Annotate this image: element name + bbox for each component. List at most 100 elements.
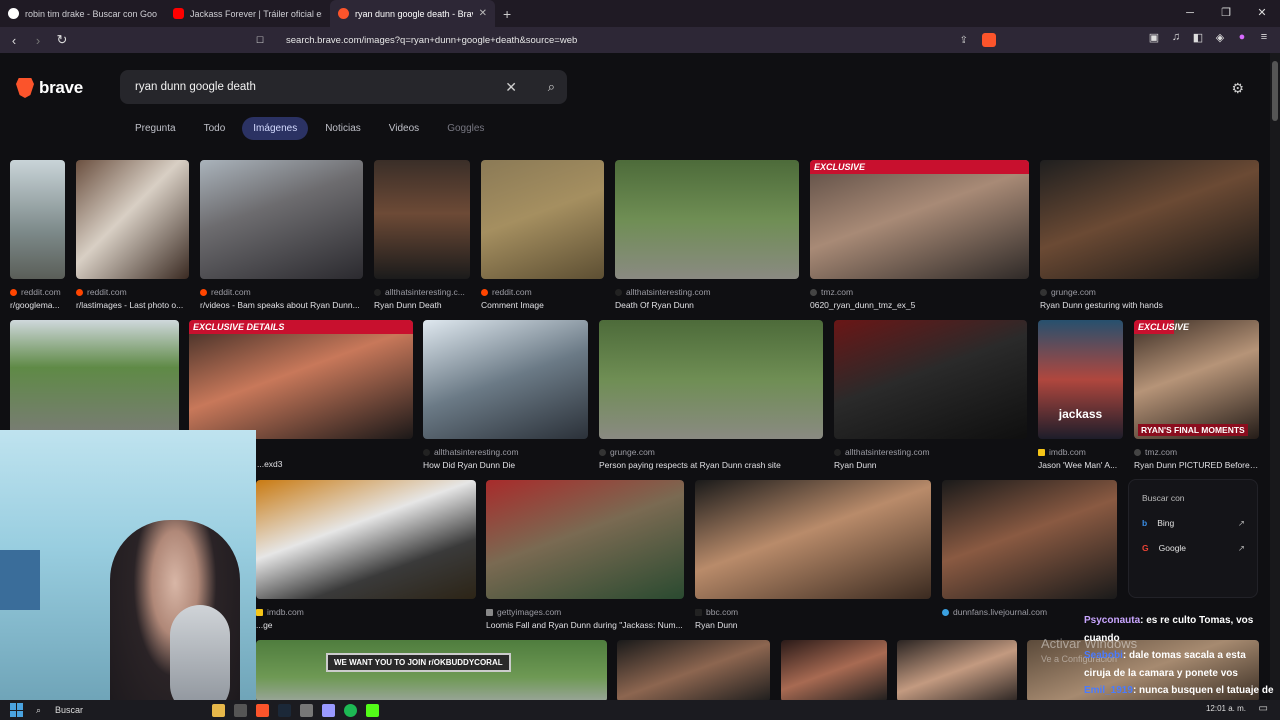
browser-tab-2[interactable]: Jackass Forever | Tráiler oficial españ [165, 0, 330, 27]
chat-user: Psyconauta [1084, 615, 1141, 626]
reload-icon[interactable]: ↻ [52, 32, 72, 48]
tab-imagenes[interactable]: Imágenes [242, 117, 309, 140]
result-caption: ...ge [256, 620, 273, 630]
steam-icon[interactable] [278, 703, 291, 717]
taskbar-search[interactable]: ⌕ Buscar [36, 705, 196, 716]
notification-icon[interactable]: ▭ [1259, 703, 1268, 714]
taskbar-search-label: Buscar [55, 705, 84, 715]
image-result[interactable]: allthatsinteresting.com Ryan Dunn [834, 320, 1027, 470]
result-caption: Jason 'Wee Man' A... [1038, 460, 1118, 470]
profile-icon[interactable]: ● [1236, 31, 1248, 44]
result-thumbnail: WE WANT YOU TO JOIN r/OKBUDDYCORAL [256, 640, 607, 700]
result-caption: Comment Image [481, 300, 544, 310]
result-thumbnail [834, 320, 1027, 439]
brave-shields-icon[interactable] [982, 33, 996, 47]
image-result[interactable]: dunnfans.livejournal.com [942, 480, 1117, 617]
taskbar: ⌕ Buscar 12:01 a. m. ▭ [0, 700, 1280, 720]
close-tab-icon[interactable]: ✕ [479, 8, 487, 19]
tab-goggles[interactable]: Goggles [436, 117, 495, 140]
browser-tab-3[interactable]: ryan dunn google death - Brave ✕ [330, 0, 495, 27]
tab-strip: robin tim drake - Buscar con Google Jack… [0, 0, 1280, 27]
result-thumbnail [615, 160, 799, 279]
image-result[interactable]: reddit.com r/googlema... [10, 160, 65, 310]
image-result[interactable]: bbc.com Ryan Dunn [695, 480, 931, 630]
scrollbar[interactable] [1270, 53, 1280, 700]
result-caption: Loomis Fall and Ryan Dunn during "Jackas… [486, 620, 683, 630]
result-thumbnail [374, 160, 470, 279]
vpn-icon[interactable]: ◈ [1214, 31, 1226, 44]
result-thumbnail [599, 320, 823, 439]
tab-videos[interactable]: Videos [378, 117, 430, 140]
image-result[interactable]: allthatsinteresting.c... Ryan Dunn Death [374, 160, 470, 310]
image-result[interactable] [897, 640, 1017, 700]
tab-todo[interactable]: Todo [193, 117, 237, 140]
new-tab-button[interactable]: + [495, 6, 519, 22]
image-result[interactable] [617, 640, 770, 700]
premiere-icon[interactable] [322, 703, 335, 717]
result-source: reddit.com [87, 287, 127, 297]
image-result[interactable] [781, 640, 887, 700]
menu-icon[interactable]: ≡ [1258, 31, 1270, 44]
obs-icon[interactable] [300, 703, 313, 717]
tab-search-icon[interactable]: ▣ [1148, 31, 1160, 44]
tab-pregunta[interactable]: Pregunta [124, 117, 187, 140]
image-result[interactable]: reddit.com r/videos - Bam speaks about R… [200, 160, 363, 310]
image-result[interactable] [10, 320, 179, 439]
image-result[interactable]: reddit.com Comment Image [481, 160, 604, 310]
media-icon[interactable]: ♫ [1170, 31, 1182, 44]
search-with-bing[interactable]: b Bing ↗ [1142, 518, 1257, 529]
result-source: gettyimages.com [497, 607, 562, 617]
result-source: reddit.com [21, 287, 61, 297]
brand-wordmark: brave [39, 78, 83, 97]
brave-icon [338, 8, 349, 19]
result-thumbnail [617, 640, 770, 700]
kick-icon[interactable] [366, 703, 379, 717]
result-caption: Ryan Dunn [834, 460, 877, 470]
search-box: ✕ ⌕ [120, 70, 567, 104]
windows-start-icon[interactable] [10, 703, 24, 717]
restore-icon[interactable]: ❐ [1208, 0, 1244, 27]
scrollbar-thumb[interactable] [1272, 61, 1278, 121]
brave-logo[interactable]: brave [16, 78, 83, 98]
search-with-google[interactable]: G Google ↗ [1142, 542, 1257, 554]
address-bar[interactable]: ☐ search.brave.com/images?q=ryan+dunn+go… [250, 30, 1002, 50]
result-source: grunge.com [1051, 287, 1096, 297]
back-icon[interactable]: ‹ [4, 33, 24, 48]
minimize-icon[interactable]: ─ [1172, 0, 1208, 27]
image-result[interactable]: grunge.com Person paying respects at Rya… [599, 320, 823, 470]
exclusive-banner: EXCLUSIVE [810, 160, 1029, 174]
tab-noticias[interactable]: Noticias [314, 117, 372, 140]
background-object [0, 550, 40, 610]
image-result[interactable]: allthatsinteresting.com How Did Ryan Dun… [423, 320, 588, 470]
gear-icon[interactable]: ⚙ [1231, 80, 1244, 97]
file-explorer-icon[interactable] [212, 703, 225, 717]
result-thumbnail [423, 320, 588, 439]
search-icon[interactable]: ⌕ [548, 79, 555, 95]
share-icon[interactable]: ⇪ [960, 35, 968, 46]
result-thumbnail [1040, 160, 1259, 279]
bookmark-icon[interactable]: ☐ [256, 35, 264, 46]
search-with-panel: Buscar con b Bing ↗ G Google ↗ [1128, 479, 1258, 598]
image-result[interactable]: reddit.com r/lastimages - Last photo o..… [76, 160, 189, 310]
image-result[interactable]: allthatsinteresting.com Death Of Ryan Du… [615, 160, 799, 310]
image-result[interactable]: gettyimages.com Loomis Fall and Ryan Dun… [486, 480, 684, 630]
clear-icon[interactable]: ✕ [505, 79, 517, 96]
close-window-icon[interactable]: ✕ [1244, 0, 1280, 27]
result-source: allthatsinteresting.com [434, 447, 519, 457]
brave-taskbar-icon[interactable] [256, 703, 269, 717]
image-result[interactable]: EXCLUSIVE tmz.com 0620_ryan_dunn_tmz_ex_… [810, 160, 1029, 310]
forward-icon[interactable]: › [28, 33, 48, 48]
image-result[interactable]: grunge.com Ryan Dunn gesturing with hand… [1040, 160, 1259, 310]
search-input[interactable] [135, 81, 495, 93]
app-icon[interactable] [234, 703, 247, 717]
image-result[interactable]: jackass imdb.com Jason 'Wee Man' A... [1038, 320, 1123, 470]
open-external-icon: ↗ [1237, 542, 1245, 553]
image-result[interactable]: WE WANT YOU TO JOIN r/OKBUDDYCORAL [256, 640, 607, 700]
sidebar-icon[interactable]: ◧ [1192, 31, 1204, 44]
option-label: Google [1158, 543, 1187, 553]
image-result[interactable]: imdb.com ...ge [256, 480, 476, 630]
spotify-icon[interactable] [344, 703, 357, 717]
browser-tab-1[interactable]: robin tim drake - Buscar con Google [0, 0, 165, 27]
result-source: dunnfans.livejournal.com [953, 607, 1048, 617]
image-result[interactable]: EXCLUSIVE RYAN'S FINAL MOMENTS tmz.com R… [1134, 320, 1259, 470]
